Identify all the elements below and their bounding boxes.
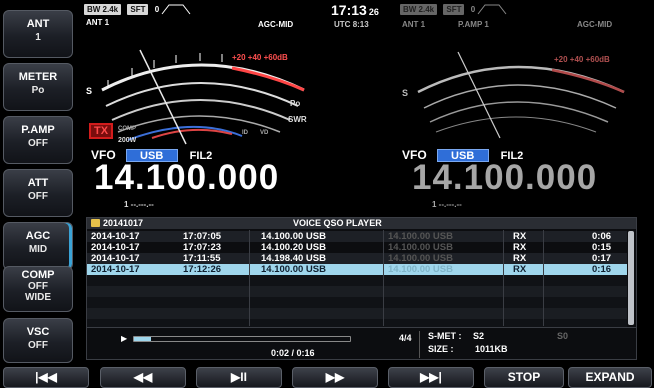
agc-status: AGC-MID <box>258 20 294 29</box>
agc-button[interactable]: AGC MID <box>3 222 73 270</box>
comp-label: COMP <box>21 269 55 281</box>
id-scale-label: ID <box>242 130 249 136</box>
sub-agc-status: AGC-MID <box>577 20 613 29</box>
list-item-selected[interactable]: 2014-10-17 17:12:26 14.100.00 USB 14.100.0… <box>87 264 627 275</box>
smeter-value: S2 <box>473 331 485 341</box>
att-label: ATT <box>27 177 49 189</box>
list-item[interactable]: 2014-10-17 17:07:05 14.100.00 USB 14.100.0… <box>87 231 627 242</box>
meter-button[interactable]: METER Po <box>3 63 73 111</box>
track-count: 4/4 <box>399 333 412 343</box>
clock-seconds: 26 <box>368 7 379 17</box>
fast-forward-button[interactable]: ▶▶ <box>292 367 378 388</box>
comp-button[interactable]: COMP OFF WIDE <box>3 266 73 312</box>
utc-clock: UTC 8:13 <box>334 20 369 29</box>
att-button[interactable]: ATT OFF <box>3 169 73 217</box>
sub-pamp-status: P.AMP 1 <box>458 20 489 29</box>
playback-time: 0:02 / 0:16 <box>271 348 315 358</box>
size-label: SIZE : <box>428 344 454 354</box>
sft-badge: SFT <box>127 4 149 15</box>
skip-back-button[interactable]: |◀◀ <box>3 367 89 388</box>
right-status-bar: BW 2.4k SFT 0 <box>400 4 507 15</box>
agc-value: MID <box>28 244 48 255</box>
list-item[interactable]: 2014-10-17 17:11:55 14.198.40 USB 14.100.0… <box>87 253 627 264</box>
folder-icon <box>91 219 100 227</box>
comp-width: WIDE <box>24 292 52 303</box>
play-pause-button[interactable]: ▶II <box>196 367 282 388</box>
sub-s-scale-label: S <box>402 88 408 98</box>
sub-frequency[interactable]: 14.100.000 <box>412 158 597 198</box>
sub-filter-shape-icon <box>477 4 507 15</box>
player-title: VOICE QSO PLAYER <box>293 218 382 228</box>
side-button-panel: ANT 1 METER Po P.AMP OFF ATT OFF AGC MID COMP… <box>0 0 78 366</box>
att-value: OFF <box>28 191 48 202</box>
swr-scale-label: SWR <box>288 115 307 124</box>
expand-button[interactable]: EXPAND <box>568 367 652 388</box>
sub-s-meter: S +20 +40 +60dB <box>402 51 625 139</box>
sub-db-scale-label: +20 +40 +60dB <box>554 55 610 64</box>
vd-scale-label: VD <box>260 130 269 136</box>
left-status-bar: BW 2.4k SFT 0 <box>84 4 191 15</box>
comp-value: OFF <box>28 281 48 292</box>
empty-rows <box>87 275 627 327</box>
main-s-meter: S +20 +40 +60dB Po SWR COMP ID VD <box>86 49 307 145</box>
s-scale-label: S <box>86 86 92 96</box>
pamp-value: OFF <box>28 138 48 149</box>
stop-button[interactable]: STOP <box>484 367 564 388</box>
folder-name: 20141017 <box>103 218 144 228</box>
rewind-button[interactable]: ◀◀ <box>100 367 186 388</box>
po-scale-label: Po <box>290 99 300 108</box>
pamp-label: P.AMP <box>21 124 55 136</box>
sub-memory-line: 1 --.---.-- <box>432 200 462 209</box>
play-state-icon: ▶ <box>121 334 128 343</box>
sub-ant-status: ANT 1 <box>402 20 426 29</box>
db-scale-label: +20 +40 +60dB <box>232 53 288 62</box>
clock: 17:13 26 <box>331 2 379 20</box>
meter-label: METER <box>18 71 58 83</box>
utc-time: 8:13 <box>352 20 369 29</box>
skip-forward-button[interactable]: ▶▶| <box>388 367 474 388</box>
vsc-button[interactable]: VSC OFF <box>3 318 73 363</box>
sub-sft-badge: SFT <box>443 4 465 15</box>
sub-sft-value: 0 <box>470 5 476 14</box>
smeter-label: S-MET : <box>428 331 462 341</box>
playback-progress-bar[interactable] <box>133 336 351 342</box>
voice-qso-player: 20141017 VOICE QSO PLAYER 2014-10-17 17:0… <box>86 217 637 360</box>
power-rating: 200W <box>118 137 137 144</box>
ant-label: ANT <box>26 18 50 30</box>
ant-button[interactable]: ANT 1 <box>3 10 73 58</box>
list-scrollbar[interactable] <box>628 231 634 325</box>
comp-scale-label: COMP <box>118 126 136 132</box>
size-value: 1011KB <box>475 344 508 354</box>
list-item[interactable]: 2014-10-17 17:07:23 14.100.20 USB 14.100.0… <box>87 242 627 253</box>
pamp-button[interactable]: P.AMP OFF <box>3 116 73 164</box>
vsc-label: VSC <box>26 326 50 338</box>
meter-value: Po <box>31 85 45 96</box>
clock-time: 17:13 <box>331 2 367 18</box>
smeter-right-value: S0 <box>557 331 569 341</box>
bottom-toolbar: |◀◀ ◀◀ ▶II ▶▶ ▶▶| STOP EXPAND <box>0 366 654 388</box>
player-controls: ▶ 0:02 / 0:16 4/4 S-MET : S2 S0 SIZE : 1… <box>87 327 636 360</box>
bw-badge: BW 2.4k <box>84 4 122 15</box>
sub-bw-badge: BW 2.4k <box>400 4 438 15</box>
vsc-value: OFF <box>28 340 48 351</box>
main-memory-line: 1 --.---.-- <box>124 200 154 209</box>
main-frequency[interactable]: 14.100.000 <box>94 158 279 198</box>
tx-indicator: TX <box>89 123 113 139</box>
ant-status: ANT 1 <box>86 18 110 27</box>
utc-label: UTC <box>334 20 351 29</box>
ant-value: 1 <box>35 32 41 43</box>
agc-label: AGC <box>25 230 51 242</box>
player-title-bar: 20141017 VOICE QSO PLAYER <box>87 218 636 229</box>
sft-value: 0 <box>154 5 160 14</box>
filter-shape-icon <box>161 4 191 15</box>
